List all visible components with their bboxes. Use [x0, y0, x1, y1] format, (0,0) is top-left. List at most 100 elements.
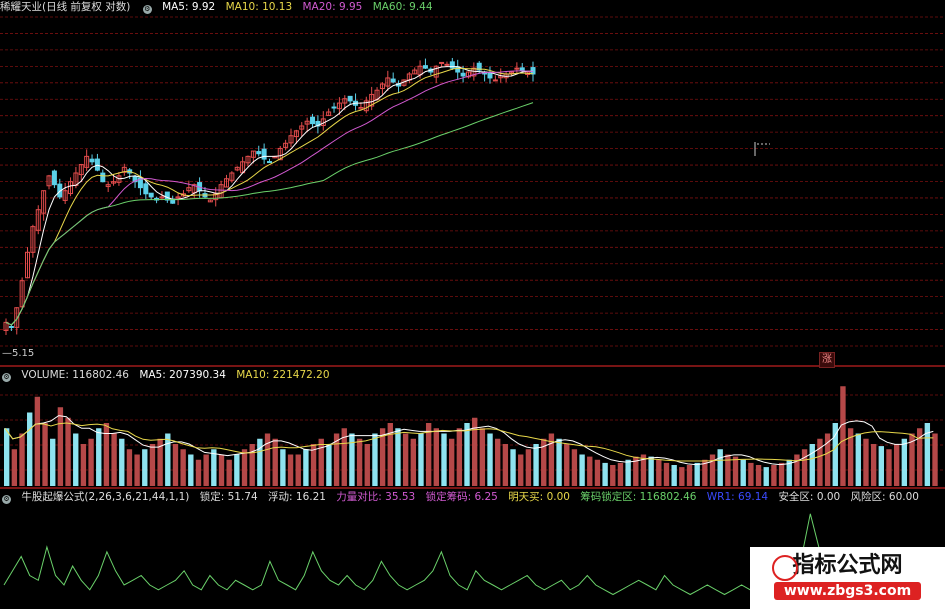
- volume-bar: [564, 444, 570, 486]
- volume-bar: [709, 454, 716, 486]
- candle-body: [164, 191, 170, 201]
- volume-bar: [134, 454, 140, 486]
- volume-bar: [42, 423, 48, 486]
- indicator-chips: 锁定筹码: 6.25: [425, 491, 498, 503]
- indicator-float: 浮动: 16.21: [268, 491, 326, 503]
- candle-body: [8, 325, 14, 328]
- volume-bar: [901, 438, 908, 486]
- volume-bar: [318, 438, 324, 486]
- volume-bar: [349, 433, 355, 486]
- volume-bar: [402, 433, 409, 486]
- volume-bar: [149, 444, 156, 486]
- volume-bar: [502, 444, 509, 486]
- indicator-buy: 明天买: 0.00: [508, 491, 570, 503]
- volume-bar: [525, 449, 532, 486]
- candle-body: [519, 67, 525, 71]
- volume-bar: [464, 423, 470, 486]
- volume-bar: [794, 454, 800, 486]
- volume-bar: [740, 459, 746, 486]
- zhang-button[interactable]: 涨: [819, 352, 835, 368]
- volume-bar: [855, 433, 861, 486]
- volume-bar: [717, 449, 723, 486]
- volume-bar: [280, 449, 286, 486]
- watermark-url: www.zbgs3.com: [773, 582, 922, 600]
- volume-bar: [763, 467, 769, 486]
- candle-body: [487, 72, 493, 79]
- volume-bar: [180, 449, 186, 486]
- candle-body: [331, 106, 337, 109]
- volume-bar: [510, 449, 516, 486]
- volume-bar: [19, 433, 25, 486]
- indicator-risk: 风险区: 60.00: [850, 491, 919, 503]
- volume-bar: [119, 438, 125, 486]
- volume-bar: [188, 454, 194, 486]
- volume-bar: [809, 444, 815, 486]
- indicator-header: ⚙ 牛股起爆公式(2,26,3,6,21,44,1,1) 锁定: 51.74 浮…: [0, 490, 926, 505]
- volume-bar: [663, 462, 670, 486]
- candle-body: [514, 67, 520, 70]
- volume-bar: [556, 438, 562, 486]
- volume-bar: [602, 462, 608, 486]
- candle-body: [143, 183, 149, 195]
- candle-body: [492, 79, 498, 82]
- candle-body: [256, 151, 262, 155]
- volume-bar: [88, 438, 94, 486]
- volume-header: ⚙ VOLUME: 116802.46 MA5: 207390.34 MA10:…: [0, 368, 337, 383]
- volume-label: VOLUME: 116802.46: [21, 369, 129, 381]
- candle-body: [310, 116, 316, 125]
- volume-bar: [448, 438, 455, 486]
- candle-body: [51, 170, 57, 186]
- volume-bar: [625, 459, 631, 486]
- candle-body: [439, 61, 445, 64]
- candle-body: [100, 172, 106, 183]
- volume-bar: [80, 444, 87, 486]
- volume-bar: [932, 433, 938, 486]
- volume-bar: [863, 438, 869, 486]
- volume-bar: [226, 459, 232, 486]
- volume-bar: [571, 449, 578, 486]
- volume-bar: [295, 454, 301, 486]
- volume-bar: [4, 428, 10, 486]
- watermark: 指标公式网 www.zbgs3.com: [750, 547, 945, 609]
- volume-bar: [326, 444, 332, 486]
- volume-bar: [165, 433, 171, 486]
- settings-icon[interactable]: ⚙: [2, 495, 11, 504]
- indicator-line: [3, 513, 837, 596]
- indicator-lock: 锁定: 51.74: [199, 491, 258, 503]
- candle-body: [261, 148, 267, 160]
- candle-body: [449, 61, 455, 69]
- volume-ma5-label: MA5: 207390.34: [139, 369, 226, 381]
- indicator-safe: 安全区: 0.00: [778, 491, 841, 503]
- volume-bar: [725, 454, 731, 486]
- volume-bar: [495, 438, 501, 486]
- volume-bar: [487, 433, 493, 486]
- volume-bar: [686, 465, 693, 486]
- volume-bar: [303, 449, 309, 486]
- logo-icon: [772, 555, 798, 581]
- volume-bar: [272, 438, 278, 486]
- volume-bar: [73, 433, 79, 486]
- volume-bar: [234, 454, 240, 486]
- volume-bar: [34, 396, 41, 486]
- volume-bar: [218, 454, 225, 486]
- volume-bar: [840, 386, 846, 486]
- volume-bar: [126, 449, 133, 486]
- volume-bar: [257, 438, 263, 486]
- volume-bar: [241, 449, 248, 486]
- volume-bar: [617, 462, 624, 486]
- ma60-label: MA60: 9.44: [372, 1, 433, 13]
- volume-bar: [142, 449, 148, 486]
- volume-bar: [648, 456, 654, 486]
- volume-bar: [594, 459, 601, 486]
- volume-bar: [533, 444, 539, 486]
- price-low-label: —5.15: [2, 348, 35, 359]
- settings-icon[interactable]: ⚙: [142, 5, 152, 14]
- volume-bar: [356, 438, 363, 486]
- volume-bar: [732, 456, 739, 486]
- stock-title: 稀耀天业(日线 前复权 对数): [0, 1, 131, 13]
- settings-icon[interactable]: ⚙: [2, 373, 11, 382]
- volume-bar: [886, 449, 892, 486]
- candle-body: [89, 158, 95, 163]
- volume-bar: [610, 465, 616, 486]
- ma60-line: [5, 102, 534, 326]
